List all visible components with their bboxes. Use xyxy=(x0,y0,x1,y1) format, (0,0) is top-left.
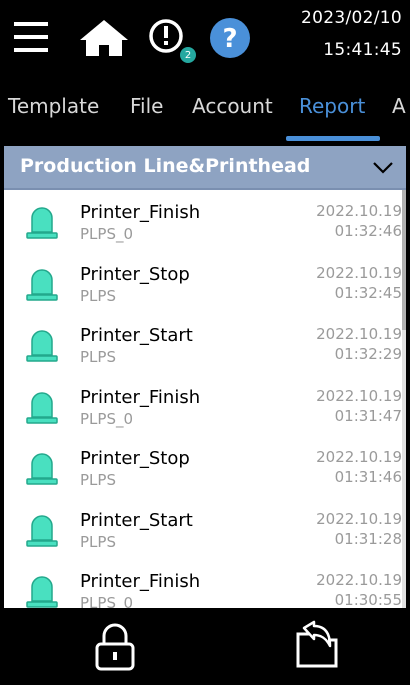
event-source: PLPS xyxy=(80,532,116,551)
status-light-icon xyxy=(26,268,58,301)
svg-text:?: ? xyxy=(222,24,237,54)
event-source: PLPS xyxy=(80,348,116,366)
event-date: 2022.10.19 xyxy=(316,263,402,282)
event-time: 01:31:47 xyxy=(334,406,402,425)
status-light-icon xyxy=(26,576,58,608)
event-name: Printer_Stop xyxy=(80,448,190,469)
app-screen: 2 ? 2023/02/10 15:41:45 Template File Ac… xyxy=(0,0,410,685)
event-source: PLPS xyxy=(80,286,116,305)
list-item[interactable]: Printer_Start PLPS 2022.10.19 01:32:29 xyxy=(4,313,402,375)
section-header-dropdown[interactable]: Production Line&Printhead xyxy=(4,146,406,190)
event-source: PLPS_0 xyxy=(80,594,134,608)
event-name: Printer_Start xyxy=(80,325,193,346)
report-list[interactable]: Printer_Finish PLPS_0 2022.10.19 01:32:4… xyxy=(4,190,402,608)
event-date: 2022.10.19 xyxy=(316,325,402,343)
menu-icon[interactable] xyxy=(12,18,52,56)
event-time: 01:31:28 xyxy=(334,529,402,548)
scroll-thumb[interactable] xyxy=(402,190,406,330)
event-date: 2022.10.19 xyxy=(316,202,402,220)
event-name: Printer_Finish xyxy=(80,571,201,592)
event-time: 01:32:46 xyxy=(334,222,402,240)
event-name: Printer_Start xyxy=(80,509,193,531)
status-light-icon xyxy=(26,207,58,239)
event-source: PLPS_0 xyxy=(80,409,134,428)
event-source: PLPS_0 xyxy=(80,225,134,243)
event-name: Printer_Stop xyxy=(80,263,190,285)
status-light-icon xyxy=(26,330,58,362)
event-source: PLPS xyxy=(80,471,116,489)
top-status-bar: 2 ? 2023/02/10 15:41:45 xyxy=(4,0,406,72)
event-date: 2022.10.19 xyxy=(316,571,402,589)
event-date: 2022.10.19 xyxy=(316,386,402,405)
event-time: 01:30:55 xyxy=(334,591,402,608)
lock-icon[interactable] xyxy=(92,622,138,672)
event-time: 01:31:46 xyxy=(334,468,402,486)
back-icon[interactable] xyxy=(290,620,344,672)
status-light-icon xyxy=(26,391,58,424)
chevron-down-icon xyxy=(373,162,393,174)
alarm-count-badge: 2 xyxy=(179,46,197,64)
tab-template[interactable]: Template xyxy=(8,94,99,118)
list-item[interactable]: Printer_Stop PLPS 2022.10.19 01:32:45 xyxy=(4,252,402,314)
status-light-icon xyxy=(26,453,58,485)
list-item[interactable]: Printer_Stop PLPS 2022.10.19 01:31:46 xyxy=(4,436,402,498)
list-item[interactable]: Printer_Finish PLPS_0 2022.10.19 01:32:4… xyxy=(4,190,402,252)
event-name: Printer_Finish xyxy=(80,202,201,223)
tab-bar: Template File Account Report Al xyxy=(4,72,406,146)
tab-about[interactable]: Al xyxy=(392,94,406,118)
list-item[interactable]: Printer_Finish PLPS_0 2022.10.19 01:30:5… xyxy=(4,559,402,608)
event-date: 2022.10.19 xyxy=(316,509,402,528)
tab-report[interactable]: Report xyxy=(299,94,365,118)
event-time: 01:32:29 xyxy=(334,345,402,363)
tab-file[interactable]: File xyxy=(130,94,163,118)
tab-account[interactable]: Account xyxy=(192,94,273,118)
list-item[interactable]: Printer_Finish PLPS_0 2022.10.19 01:31:4… xyxy=(4,375,402,437)
list-scrollbar[interactable] xyxy=(402,190,406,608)
help-icon[interactable]: ? xyxy=(208,16,252,60)
clock-time: 15:41:45 xyxy=(323,40,402,60)
home-icon[interactable] xyxy=(78,18,130,58)
active-tab-indicator xyxy=(286,136,380,141)
event-name: Printer_Finish xyxy=(80,386,201,408)
section-title: Production Line&Printhead xyxy=(20,155,311,177)
bottom-bar xyxy=(4,608,406,685)
clock-date: 2023/02/10 xyxy=(301,8,402,28)
list-item[interactable]: Printer_Start PLPS 2022.10.19 01:31:28 xyxy=(4,498,402,560)
event-time: 01:32:45 xyxy=(334,283,402,302)
status-light-icon xyxy=(26,514,58,547)
event-date: 2022.10.19 xyxy=(316,448,402,466)
